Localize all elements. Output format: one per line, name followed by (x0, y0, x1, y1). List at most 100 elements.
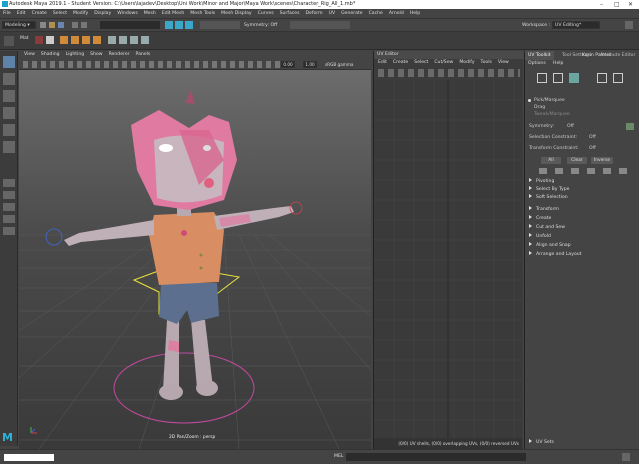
toolkit-menu-help[interactable]: Help (553, 61, 563, 66)
scale-tool-icon[interactable] (3, 141, 15, 153)
selection-constraint-value[interactable]: Off (589, 135, 596, 140)
menu-mesh-display[interactable]: Mesh Display (218, 9, 255, 19)
shelf-item-7-icon[interactable] (108, 36, 116, 44)
root-control[interactable] (113, 352, 255, 424)
shelf-tab[interactable]: Mat (20, 36, 29, 41)
section-cut-and-sew[interactable]: Cut and Sew (529, 224, 637, 232)
pick-marquee-radio[interactable] (528, 99, 531, 102)
menu-curves[interactable]: Curves (255, 9, 277, 19)
shelf-settings-icon[interactable] (4, 36, 14, 46)
sidebar-toggle-icon[interactable] (625, 21, 633, 29)
section-create[interactable]: Create (529, 215, 637, 223)
section-align-and-snap[interactable]: Align and Snap (529, 242, 637, 250)
menu-mesh-tools[interactable]: Mesh Tools (187, 9, 218, 19)
uv-menu-select[interactable]: Select (411, 59, 431, 67)
layout-c-icon[interactable] (3, 227, 15, 235)
selection-mask-dropdown[interactable] (100, 21, 160, 29)
tab-uv-toolkit[interactable]: UV Toolkit (525, 51, 554, 60)
menu-arnold[interactable]: Arnold (386, 9, 407, 19)
menu-file[interactable]: File (0, 9, 14, 19)
menu-edit-mesh[interactable]: Edit Mesh (159, 9, 187, 19)
save-scene-icon[interactable] (58, 22, 64, 28)
gamma-field[interactable]: 1.00 (303, 61, 317, 68)
uv-shell-mode-icon[interactable] (613, 73, 623, 83)
layout-a-icon[interactable] (3, 203, 15, 211)
viewport-menu-panels[interactable]: Panels (133, 51, 154, 59)
script-editor-icon[interactable] (622, 453, 630, 461)
uv-menu-cut-sew[interactable]: Cut/Sew (431, 59, 456, 67)
viewport-menu-show[interactable]: Show (87, 51, 105, 59)
uv-menu-create[interactable]: Create (390, 59, 411, 67)
viewport-menu-view[interactable]: View (21, 51, 38, 59)
transform-constraint-value[interactable]: Off (589, 146, 596, 151)
shelf-item-8-icon[interactable] (119, 36, 127, 44)
rotate-tool-icon[interactable] (3, 124, 15, 136)
shelf-item-9-icon[interactable] (130, 36, 138, 44)
shelf-item-1-icon[interactable] (35, 36, 43, 44)
shelf-item-4-icon[interactable] (71, 36, 79, 44)
section-uv-sets[interactable]: UV Sets (529, 439, 637, 447)
uv-menu-modify[interactable]: Modify (456, 59, 477, 67)
menu-generate[interactable]: Generate (338, 9, 365, 19)
uv-menu-edit[interactable]: Edit (375, 59, 390, 67)
menu-surfaces[interactable]: Surfaces (277, 9, 303, 19)
layout-b-icon[interactable] (3, 215, 15, 223)
edge-mode-icon[interactable] (553, 73, 563, 83)
clear-selection-button[interactable]: Clear (567, 157, 587, 164)
four-view-icon[interactable] (3, 191, 15, 199)
uv-grid[interactable] (374, 80, 522, 438)
lasso-tool-icon[interactable] (3, 73, 15, 85)
vertex-mode-icon[interactable] (537, 73, 547, 83)
viewport-toolbar-icons[interactable] (23, 61, 283, 68)
menu-mesh[interactable]: Mesh (141, 9, 159, 19)
3d-viewport[interactable]: 2D Pan/Zoom : persp (19, 70, 371, 449)
colorspace-dropdown[interactable]: sRGB gamma (325, 62, 354, 67)
select-by-component-icon[interactable] (185, 21, 193, 29)
section-transform[interactable]: Transform (529, 206, 637, 214)
menu-edit[interactable]: Edit (14, 9, 29, 19)
menu-uv[interactable]: UV (326, 9, 339, 19)
undo-icon[interactable] (72, 22, 78, 28)
exposure-field[interactable]: 0.00 (281, 61, 295, 68)
symmetry-options-icon[interactable] (626, 123, 634, 130)
left-hand-control[interactable] (45, 228, 63, 246)
close-icon[interactable]: ✕ (628, 0, 633, 9)
select-by-hierarchy-icon[interactable] (165, 21, 173, 29)
snap-icons[interactable] (200, 21, 240, 29)
selection-tools-icons[interactable] (539, 168, 627, 174)
taskbar-search[interactable] (4, 454, 54, 461)
section-pivoting[interactable]: Pivoting (529, 178, 637, 186)
shelf-item-3-icon[interactable] (60, 36, 68, 44)
uv-menu-tools[interactable]: Tools (478, 59, 495, 67)
shelf-item-2-icon[interactable] (46, 36, 54, 44)
invert-selection-button[interactable]: Inverse (591, 157, 613, 164)
menu-cache[interactable]: Cache (366, 9, 386, 19)
uv-toolbar-icons[interactable] (378, 69, 520, 77)
single-view-icon[interactable] (3, 179, 15, 187)
symmetry-status[interactable]: Symmetry: Off (244, 23, 277, 28)
select-tool-icon[interactable] (3, 56, 15, 68)
select-by-object-icon[interactable] (175, 21, 183, 29)
section-select-by-type[interactable]: Select By Type (529, 186, 637, 194)
menu-select[interactable]: Select (50, 9, 70, 19)
menu-display[interactable]: Display (91, 9, 114, 19)
viewport-menu-lighting[interactable]: Lighting (63, 51, 88, 59)
new-scene-icon[interactable] (40, 22, 46, 28)
face-mode-icon[interactable] (569, 73, 579, 83)
shelf-item-6-icon[interactable] (93, 36, 101, 44)
viewport-menu-shading[interactable]: Shading (38, 51, 63, 59)
viewport-menu-renderer[interactable]: Renderer (106, 51, 133, 59)
menu-deform[interactable]: Deform (303, 9, 326, 19)
minimize-icon[interactable]: – (600, 0, 603, 9)
section-arrange-and-layout[interactable]: Arrange and Layout (529, 251, 637, 259)
symmetry-value[interactable]: Off (567, 124, 574, 129)
menu-help[interactable]: Help (407, 9, 423, 19)
uv-mode-icon[interactable] (597, 73, 607, 83)
section-unfold[interactable]: Unfold (529, 233, 637, 241)
section-soft-selection[interactable]: Soft Selection (529, 194, 637, 202)
uv-menu-view[interactable]: View (495, 59, 512, 67)
maximize-icon[interactable]: □ (614, 0, 620, 9)
render-icons[interactable] (290, 21, 350, 29)
select-all-button[interactable]: All (541, 157, 561, 164)
workspace-dropdown[interactable]: UV Editing* (552, 21, 600, 29)
